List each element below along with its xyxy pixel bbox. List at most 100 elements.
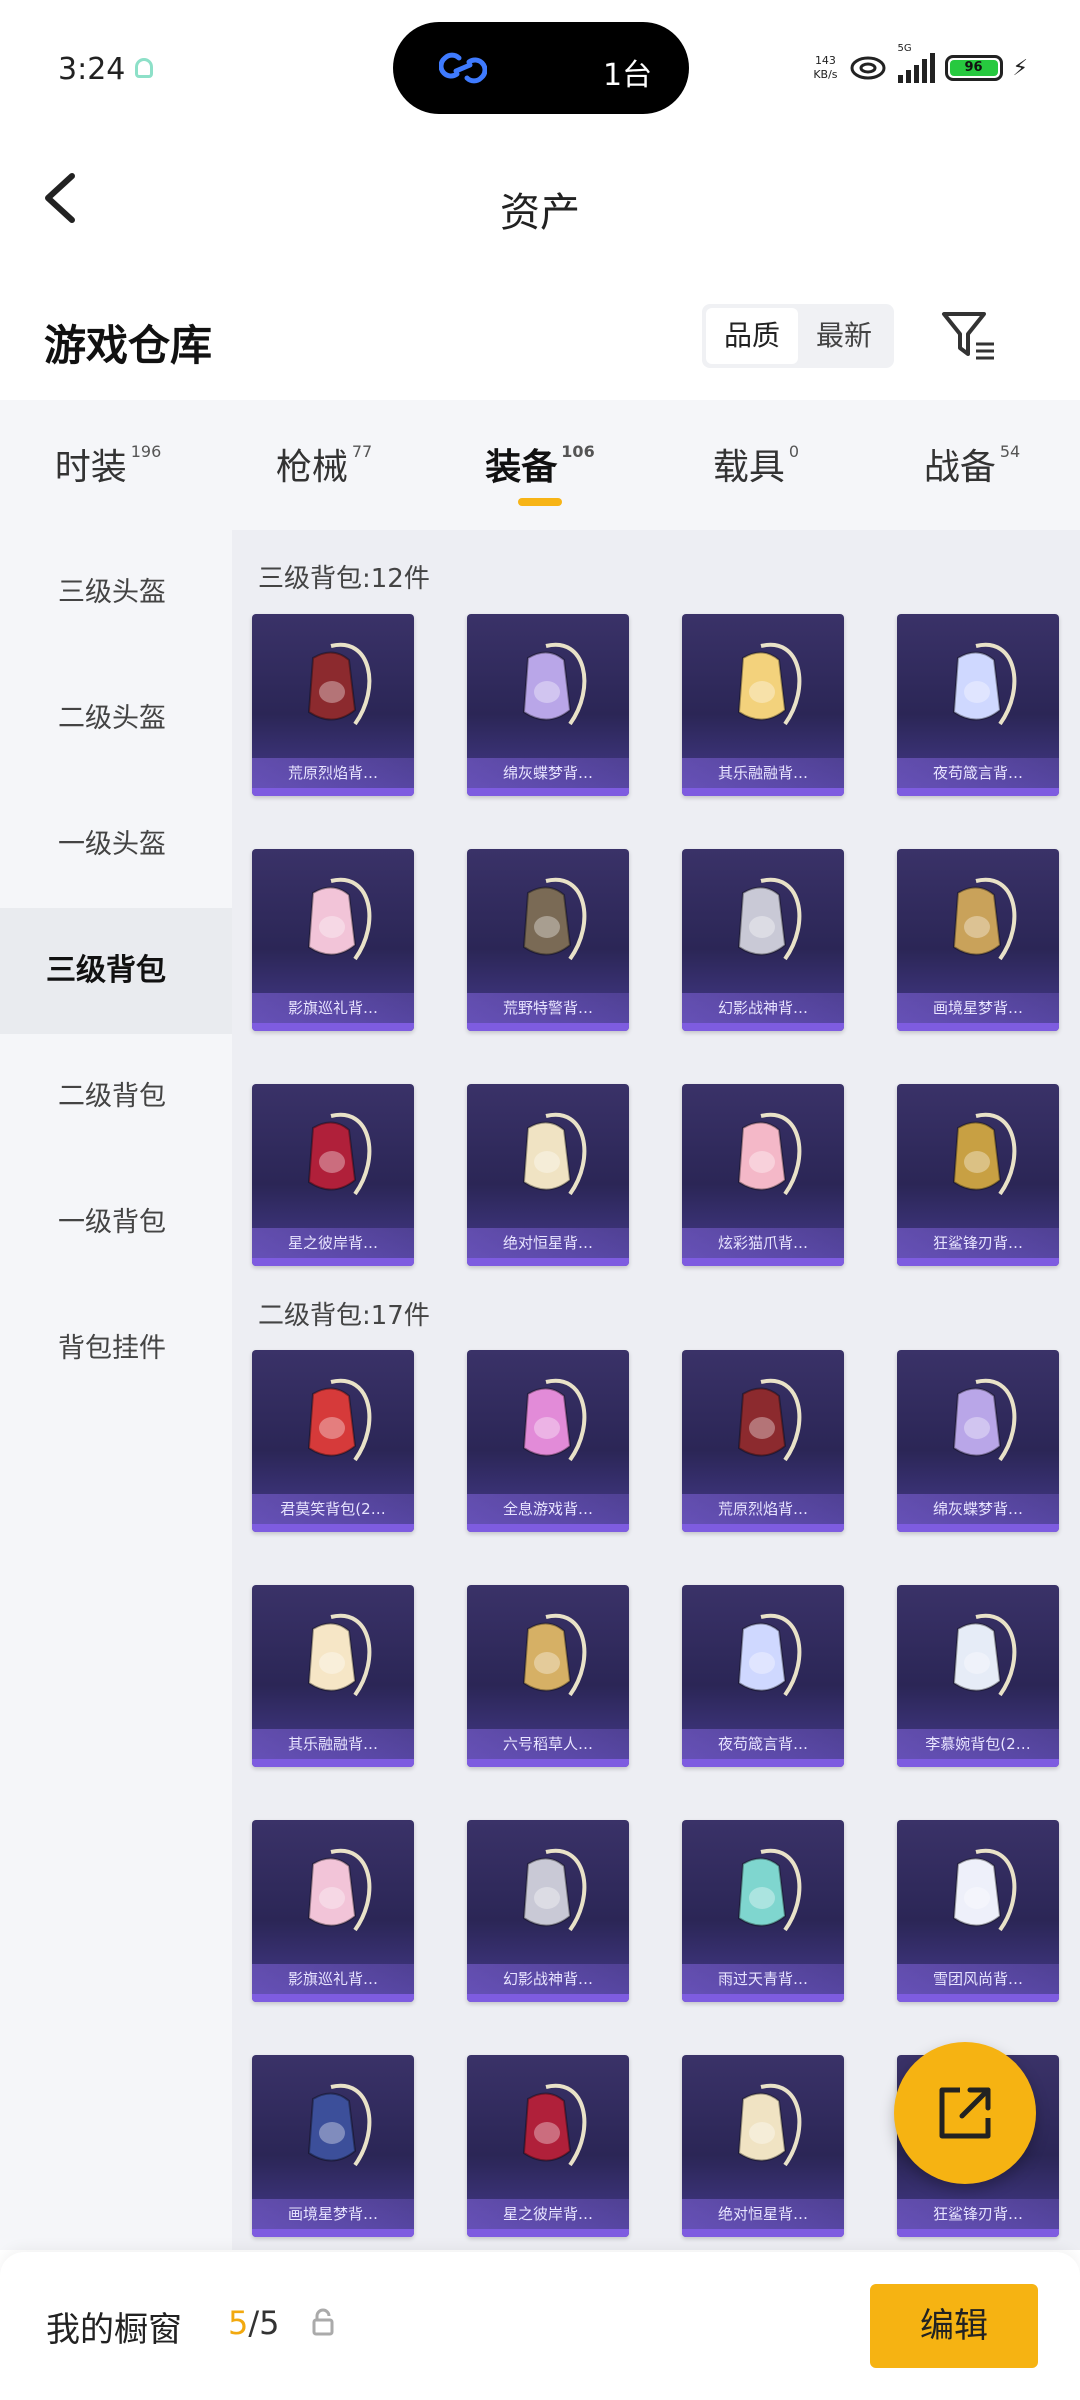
red-armor-backpack-icon [307,642,372,726]
item-card[interactable]: 画境星梦背… [897,849,1059,1031]
tab-count: 54 [999,442,1021,461]
hotspot-icon [850,56,886,80]
item-card[interactable]: 绵灰蝶梦背… [467,614,629,796]
item-card[interactable]: 星之彼岸背… [252,1084,414,1266]
system-indicators: 143 KB/s 5G 96 ⚡ [813,43,1028,90]
subcategory-item[interactable]: 背包挂件 [0,1286,232,1412]
rarity-stripe [897,2229,1059,2237]
snowman-backpack-icon [952,1848,1017,1932]
subcategory-list: 三级头盔 二级头盔 一级头盔 三级背包 二级背包 一级背包 背包挂件 [0,530,232,2250]
item-card[interactable]: 幻影战神背… [467,1820,629,2002]
item-name: 幻影战神背… [682,993,844,1023]
tab-fashion[interactable]: 时装 196 [0,400,216,530]
lilac-crystal-backpack-icon [522,642,587,726]
item-card[interactable]: 夜苟箴言背… [897,614,1059,796]
teal-bird-backpack-icon [737,1848,802,1932]
item-name: 其乐融融背… [682,758,844,788]
subcategory-item-selected[interactable]: 三级背包 [0,908,232,1034]
tab-supplies[interactable]: 战备 54 [864,400,1080,530]
book-backpack-icon [307,2083,372,2167]
pink-bow-backpack-icon [307,877,372,961]
section-title: 三级背包:12件 [258,564,430,594]
tab-weapons[interactable]: 枪械 77 [216,400,432,530]
showcase-bar: 我的橱窗 5/5 编辑 [0,2252,1080,2400]
edit-button[interactable]: 编辑 [870,2284,1038,2368]
popcorn-backpack-icon [737,2083,802,2167]
rarity-stripe [682,1994,844,2002]
jellyfish-backpack-icon [737,1613,802,1697]
red-gem-backpack-icon [307,1378,372,1462]
item-card[interactable]: 君莫笑背包(2… [252,1350,414,1532]
tab-label: 枪械 [275,447,348,488]
gamepad-backpack-icon [522,1378,587,1462]
item-name: 绵灰蝶梦背… [467,758,629,788]
title-bar: 资产 [0,140,1080,260]
subcategory-item[interactable]: 一级背包 [0,1160,232,1286]
mirror-frame-backpack-icon [952,877,1017,961]
item-name: 画境星梦背… [897,993,1059,1023]
shark-backpack-icon [952,1112,1017,1196]
item-card[interactable]: 狂鲨锋刃背… [897,1084,1059,1266]
item-card[interactable]: 绝对恒星背… [682,2055,844,2237]
item-card[interactable]: 影旗巡礼背… [252,1820,414,2002]
popcorn-backpack-icon [522,1112,587,1196]
battery-level: 96 [949,60,998,76]
subcategory-item[interactable]: 二级背包 [0,1034,232,1160]
item-name: 君莫笑背包(2… [252,1494,414,1524]
mecha-backpack-icon [522,1848,587,1932]
item-name: 雨过天青背… [682,1964,844,1994]
sort-newest[interactable]: 最新 [798,308,890,364]
item-card[interactable]: 荒野特警背… [467,849,629,1031]
item-card[interactable]: 幻影战神背… [682,849,844,1031]
item-card[interactable]: 荒原烈焰背… [252,614,414,796]
tab-vehicles[interactable]: 载具 0 [648,400,864,530]
rarity-stripe [252,788,414,796]
item-name: 绵灰蝶梦背… [897,1494,1059,1524]
item-name: 幻影战神背… [467,1964,629,1994]
rarity-stripe [897,1759,1059,1767]
donut-backpack-icon [737,1112,802,1196]
item-card[interactable]: 影旗巡礼背… [252,849,414,1031]
item-name: 星之彼岸背… [252,1228,414,1258]
item-name: 夜苟箴言背… [897,758,1059,788]
astronaut-backpack-icon [522,2083,587,2167]
rarity-stripe [252,1524,414,1532]
item-card[interactable]: 其乐融融背… [252,1585,414,1767]
item-card[interactable]: 荒原烈焰背… [682,1350,844,1532]
item-name: 全息游戏背… [467,1494,629,1524]
item-name: 荒野特警背… [467,993,629,1023]
showcase-current: 5 [228,2304,249,2342]
rarity-stripe [897,1258,1059,1266]
item-card[interactable]: 六号稻草人… [467,1585,629,1767]
item-card[interactable]: 绵灰蝶梦背… [897,1350,1059,1532]
lilac-crystal-backpack-icon [952,1378,1017,1462]
item-card[interactable]: 李慕婉背包(2… [897,1585,1059,1767]
item-card[interactable]: 星之彼岸背… [467,2055,629,2237]
sort-quality[interactable]: 品质 [706,308,798,364]
filter-icon[interactable] [940,310,998,362]
net-speed-value: 143 [814,54,836,67]
dynamic-island[interactable]: 1台 [393,22,689,114]
rarity-stripe [252,1258,414,1266]
item-card[interactable]: 全息游戏背… [467,1350,629,1532]
scarecrow-backpack-icon [522,1613,587,1697]
item-card[interactable]: 雨过天青背… [682,1820,844,2002]
item-card[interactable]: 其乐融融背… [682,614,844,796]
subcategory-item[interactable]: 二级头盔 [0,656,232,782]
share-button[interactable] [894,2042,1036,2184]
tab-equipment[interactable]: 装备 106 [432,400,648,530]
item-card[interactable]: 夜苟箴言背… [682,1585,844,1767]
category-tabs: 时装 196 枪械 77 装备 106 载具 0 战备 54 [0,400,1080,530]
item-card[interactable]: 炫彩猫爪背… [682,1084,844,1266]
showcase-total: /5 [248,2304,280,2342]
item-card[interactable]: 绝对恒星背… [467,1084,629,1266]
net-speed-unit: KB/s [813,68,838,81]
item-card[interactable]: 画境星梦背… [252,2055,414,2237]
rarity-stripe [467,1994,629,2002]
item-card[interactable]: 雪团风尚背… [897,1820,1059,2002]
subcategory-item[interactable]: 三级头盔 [0,530,232,656]
subcategory-item[interactable]: 一级头盔 [0,782,232,908]
status-bar: 3:24 1台 143 KB/s 5G 96 ⚡ [0,0,1080,130]
showcase-count: 5/5 [228,2304,280,2342]
item-name: 炫彩猫爪背… [682,1228,844,1258]
